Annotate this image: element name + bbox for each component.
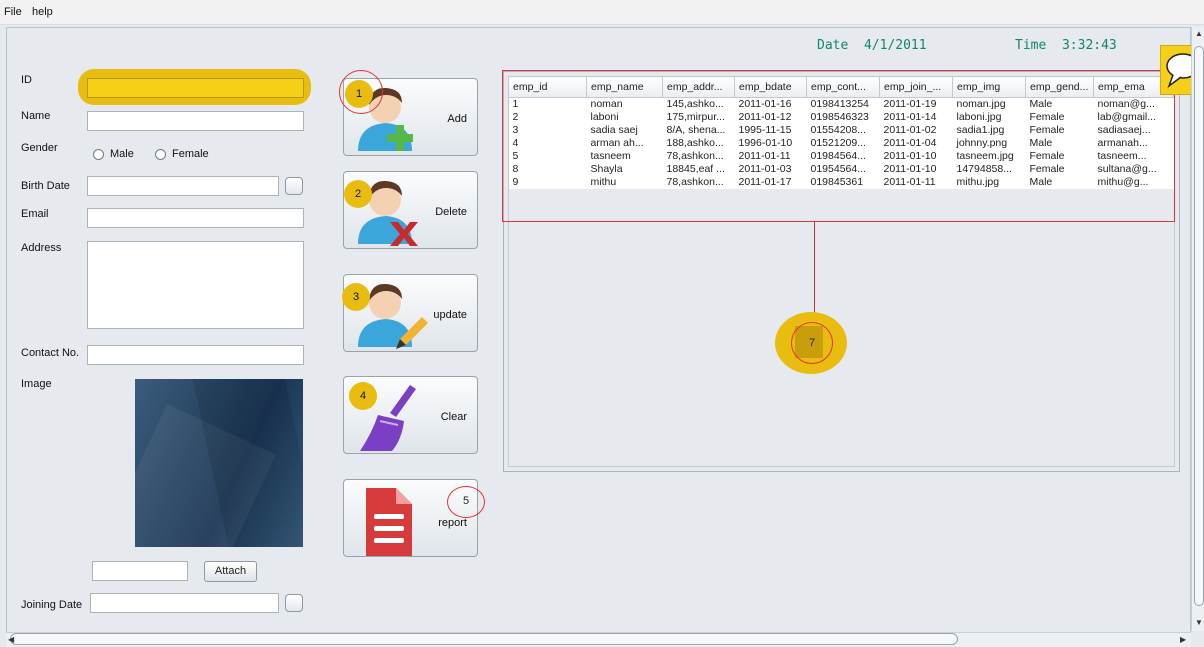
- annotation-marker-3: 3: [342, 283, 370, 311]
- annotation-marker-4: 4: [349, 382, 377, 410]
- gender-male-label[interactable]: Male: [110, 148, 134, 160]
- gender-female-label[interactable]: Female: [172, 148, 209, 160]
- date-label: Date: [817, 38, 849, 53]
- document-icon: [366, 488, 412, 556]
- annotation-ring-1: [339, 70, 383, 114]
- annotation-marker-7: 7: [791, 322, 833, 364]
- attach-button[interactable]: Attach: [204, 561, 257, 582]
- joining-date-picker-button[interactable]: [285, 594, 303, 612]
- time-value: 3:32:43: [1061, 38, 1117, 53]
- scroll-down-arrow-icon[interactable]: ▼: [1195, 618, 1203, 627]
- address-label: Address: [21, 242, 62, 254]
- gender-male-radio[interactable]: [93, 149, 104, 160]
- id-label: ID: [21, 74, 32, 86]
- menu-help[interactable]: help: [32, 6, 53, 18]
- annotation-marker-5: 5: [447, 486, 485, 518]
- gender-female-radio[interactable]: [155, 149, 166, 160]
- update-button-label: update: [433, 309, 467, 321]
- scroll-left-arrow-icon[interactable]: ◀: [8, 635, 14, 644]
- time-label: Time: [1015, 38, 1047, 53]
- clear-button-label: Clear: [440, 411, 467, 423]
- menu-bar: File help: [0, 0, 1204, 25]
- report-button-label: report: [438, 517, 467, 529]
- name-input[interactable]: [87, 111, 304, 131]
- annotation-connector-line: [814, 222, 815, 322]
- email-label: Email: [21, 208, 49, 220]
- gender-label: Gender: [21, 142, 58, 154]
- id-input[interactable]: [87, 78, 304, 98]
- address-textarea[interactable]: [87, 241, 304, 329]
- date-value: 4/1/2011: [863, 38, 927, 53]
- employee-image: [135, 379, 303, 547]
- contact-label: Contact No.: [21, 347, 80, 359]
- annotation-marker-2: 2: [344, 180, 372, 208]
- horizontal-scrollbar-thumb[interactable]: [10, 633, 958, 645]
- birth-date-label: Birth Date: [21, 180, 70, 192]
- image-path-input[interactable]: [92, 561, 188, 581]
- scroll-right-arrow-icon[interactable]: ▶: [1180, 635, 1186, 644]
- time-display: Time 3:32:43: [1015, 38, 1117, 53]
- contact-input[interactable]: [87, 345, 304, 365]
- birth-date-input[interactable]: [87, 176, 279, 196]
- date-display: Date 4/1/2011: [817, 38, 927, 53]
- birth-date-picker-button[interactable]: [285, 177, 303, 195]
- delete-button-label: Delete: [435, 206, 467, 218]
- vertical-scrollbar-thumb[interactable]: [1194, 46, 1204, 606]
- image-label: Image: [21, 378, 52, 390]
- scroll-up-arrow-icon[interactable]: ▲: [1195, 29, 1203, 38]
- joining-date-label: Joining Date: [21, 599, 83, 611]
- email-input[interactable]: [87, 208, 304, 228]
- table-annotation-box: [502, 70, 1175, 222]
- name-label: Name: [21, 110, 51, 122]
- add-button-label: Add: [447, 113, 467, 125]
- joining-date-input[interactable]: [90, 593, 279, 613]
- menu-file[interactable]: File: [4, 6, 22, 18]
